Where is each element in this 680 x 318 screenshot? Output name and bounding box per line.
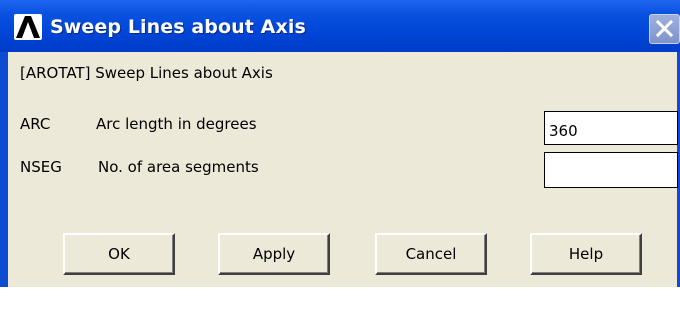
background-area	[0, 287, 680, 318]
nseg-key-label: NSEG	[20, 158, 62, 176]
dialog-body: [AROTAT] Sweep Lines about Axis ARC Arc …	[8, 52, 678, 287]
ansys-logo-icon	[14, 14, 42, 40]
nseg-description-label: No. of area segments	[98, 158, 259, 176]
command-label: [AROTAT] Sweep Lines about Axis	[20, 64, 273, 82]
ok-button[interactable]: OK	[63, 233, 175, 275]
arc-input[interactable]	[544, 111, 678, 145]
help-button[interactable]: Help	[530, 233, 642, 275]
cancel-button[interactable]: Cancel	[375, 233, 487, 275]
title-bar[interactable]: Sweep Lines about Axis	[0, 0, 680, 52]
dialog-window: Sweep Lines about Axis [AROTAT] Sweep Li…	[0, 0, 680, 318]
arc-key-label: ARC	[20, 115, 51, 133]
nseg-input[interactable]	[544, 152, 678, 188]
close-icon[interactable]	[649, 14, 680, 44]
window-title: Sweep Lines about Axis	[50, 16, 306, 38]
apply-button[interactable]: Apply	[218, 233, 330, 275]
arc-description-label: Arc length in degrees	[96, 115, 257, 133]
